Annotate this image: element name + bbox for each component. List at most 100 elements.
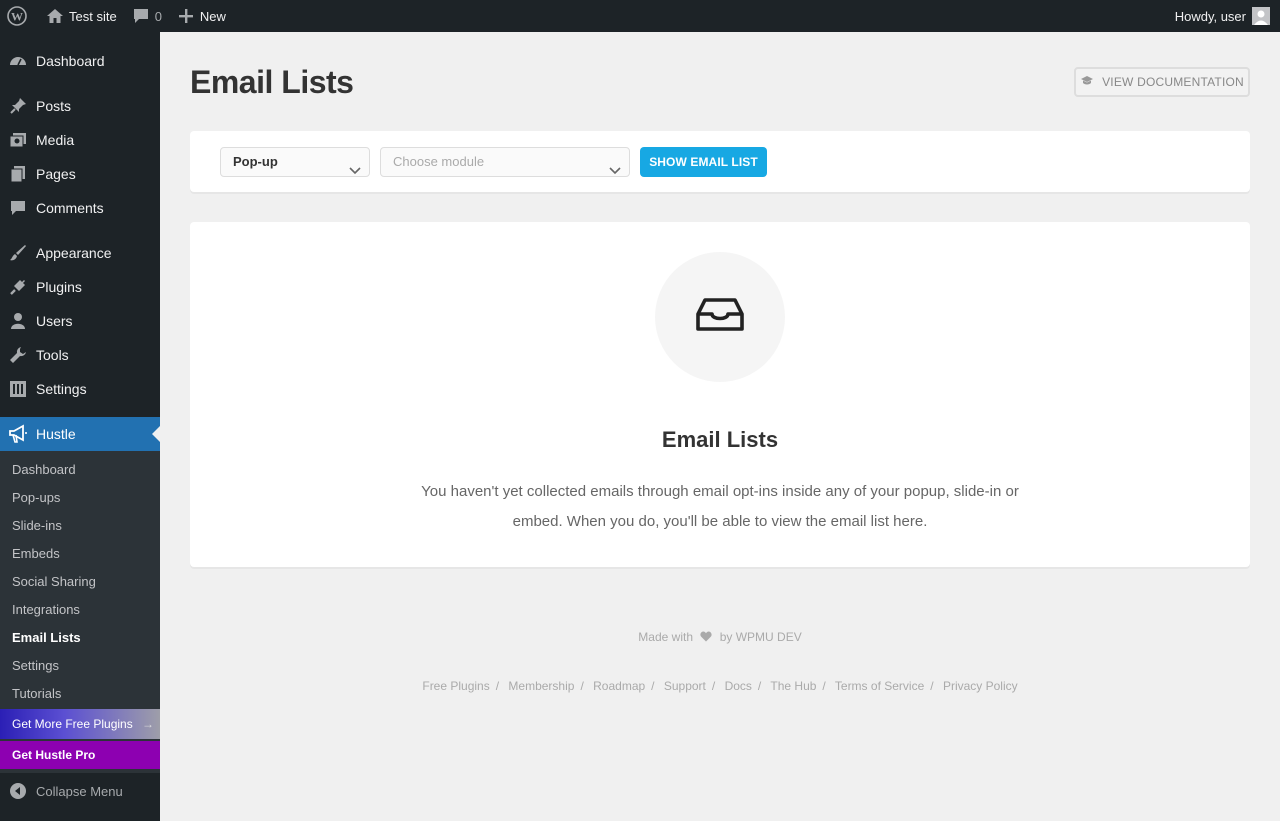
svg-text:W: W (11, 10, 23, 24)
megaphone-icon (0, 424, 36, 444)
submenu-item-dashboard[interactable]: Dashboard (12, 456, 76, 484)
plug-icon (0, 278, 36, 296)
doc-button-label: VIEW DOCUMENTATION (1102, 75, 1244, 89)
sidebar-item-label: Settings (36, 381, 87, 397)
footer-link-docs[interactable]: Docs (725, 679, 752, 693)
sidebar-item-label: Comments (36, 200, 104, 216)
footer-links: Free Plugins / Membership / Roadmap / Suppo… (190, 679, 1250, 693)
admin-bar: W Test site 0 New Howdy, user (0, 0, 1280, 32)
active-indicator (152, 426, 160, 442)
promo-free-label: Get More Free Plugins (12, 717, 133, 731)
arrow-right-icon: → (142, 717, 154, 731)
sidebar-item-hustle[interactable]: Hustle (0, 417, 160, 451)
collapse-menu-button[interactable]: Collapse Menu (0, 773, 160, 809)
separator: / (711, 679, 716, 693)
sidebar-item-label: Media (36, 132, 75, 148)
new-content-link[interactable]: New (169, 0, 233, 32)
submenu-item-integrations[interactable]: Integrations (12, 596, 80, 624)
footer-link-the-hub[interactable]: The Hub (770, 679, 816, 693)
submenu-item-settings[interactable]: Settings (12, 652, 59, 680)
promo-pro-label: Get Hustle Pro (12, 748, 96, 762)
footer-link-membership[interactable]: Membership (508, 679, 574, 693)
collapse-arrow-icon (0, 782, 36, 800)
separator: / (651, 679, 655, 693)
site-name: Test site (69, 8, 117, 24)
wrench-icon (0, 346, 36, 364)
sidebar-item-users[interactable]: Users (0, 304, 160, 338)
separator: / (822, 679, 826, 693)
empty-state-panel: Email Lists You haven't yet collected em… (190, 222, 1250, 567)
separator: / (757, 679, 762, 693)
submenu-item-embeds[interactable]: Embeds (12, 540, 60, 568)
site-name-link[interactable]: Test site (38, 0, 124, 32)
admin-sidebar: Dashboard Posts Media Pages Comments App… (0, 32, 160, 821)
sidebar-item-tools[interactable]: Tools (0, 338, 160, 372)
view-documentation-button[interactable]: VIEW DOCUMENTATION (1074, 67, 1250, 97)
heart-icon (700, 631, 712, 645)
wordpress-logo-button[interactable]: W (0, 0, 38, 32)
module-placeholder: Choose module (393, 154, 485, 169)
submenu-item-popups[interactable]: Pop-ups (12, 484, 60, 512)
footer-link-privacy[interactable]: Privacy Policy (943, 679, 1018, 693)
avatar (1252, 7, 1270, 25)
footer-credit: Made with by WPMU DEV (190, 630, 1250, 645)
sidebar-item-label: Appearance (36, 245, 112, 261)
sidebar-item-label: Dashboard (36, 53, 105, 69)
module-type-value: Pop-up (233, 154, 278, 169)
sidebar-item-plugins[interactable]: Plugins (0, 270, 160, 304)
sidebar-item-media[interactable]: Media (0, 123, 160, 157)
comment-icon (131, 6, 151, 26)
settings-icon (0, 380, 36, 398)
sidebar-item-posts[interactable]: Posts (0, 89, 160, 123)
by-wpmu-dev-text: by WPMU DEV (719, 630, 802, 644)
sidebar-item-pages[interactable]: Pages (0, 157, 160, 191)
get-hustle-pro-link[interactable]: Get Hustle Pro (0, 741, 160, 769)
module-type-select[interactable]: Pop-up (220, 147, 370, 177)
separator: / (930, 679, 934, 693)
sidebar-item-label: Posts (36, 98, 72, 114)
graduation-cap-icon (1080, 75, 1094, 90)
submenu-item-slide-ins[interactable]: Slide-ins (12, 512, 62, 540)
comments-count: 0 (154, 8, 162, 24)
page-title: Email Lists (190, 64, 354, 100)
submenu-item-social-sharing[interactable]: Social Sharing (12, 568, 96, 596)
comments-link[interactable]: 0 (124, 0, 169, 32)
footer-link-support[interactable]: Support (664, 679, 706, 693)
submenu-item-tutorials[interactable]: Tutorials (12, 680, 61, 708)
account-menu[interactable]: Howdy, user (1175, 0, 1270, 32)
brush-icon (0, 244, 36, 262)
new-label: New (199, 8, 226, 24)
inbox-icon (695, 297, 745, 338)
sidebar-item-label: Users (36, 313, 73, 329)
get-more-free-plugins-link[interactable]: Get More Free Plugins → (0, 709, 160, 739)
show-email-list-button[interactable]: SHOW EMAIL LIST (640, 147, 767, 177)
empty-state-description: You haven't yet collected emails through… (421, 483, 1019, 530)
module-select[interactable]: Choose module (380, 147, 630, 177)
sidebar-item-label: Pages (36, 166, 76, 182)
filter-panel: Pop-up Choose module SHOW EMAIL LIST (190, 131, 1250, 192)
footer-link-free-plugins[interactable]: Free Plugins (422, 679, 489, 693)
sidebar-item-dashboard[interactable]: Dashboard (0, 44, 160, 78)
separator: / (495, 679, 500, 693)
footer-link-roadmap[interactable]: Roadmap (593, 679, 645, 693)
plus-icon (176, 6, 196, 26)
chevron-down-icon (349, 157, 361, 185)
empty-state-title: Email Lists (661, 427, 779, 452)
chevron-down-icon (609, 157, 621, 185)
made-with-text: Made with (638, 630, 693, 644)
submenu-item-email-lists[interactable]: Email Lists (12, 624, 81, 652)
media-icon (0, 131, 36, 149)
home-icon (45, 6, 65, 26)
user-icon (0, 312, 36, 330)
empty-state-illustration (655, 252, 785, 382)
sidebar-item-label: Tools (36, 347, 69, 363)
sidebar-item-label: Hustle (36, 426, 76, 442)
separator: / (580, 679, 584, 693)
sidebar-item-comments[interactable]: Comments (0, 191, 160, 225)
sidebar-item-label: Plugins (36, 279, 82, 295)
footer-link-terms[interactable]: Terms of Service (835, 679, 924, 693)
howdy-text: Howdy, user (1174, 8, 1246, 24)
comment-icon (0, 199, 36, 217)
sidebar-item-appearance[interactable]: Appearance (0, 236, 160, 270)
sidebar-item-settings[interactable]: Settings (0, 372, 160, 406)
